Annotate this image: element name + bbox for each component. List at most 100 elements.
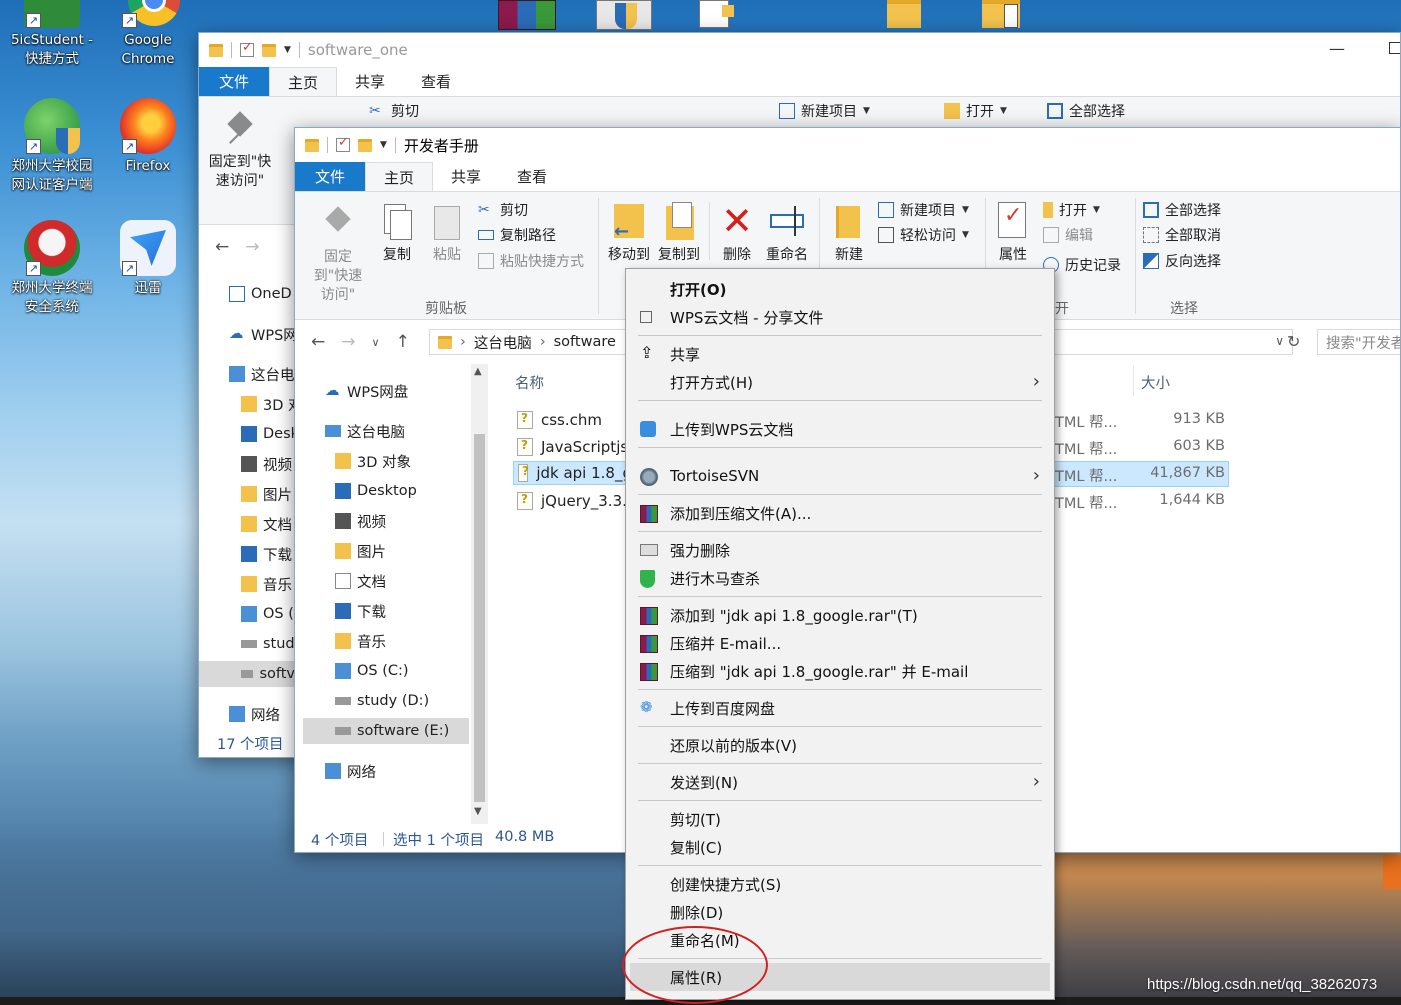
tab-share[interactable]: 共享 [337,67,403,96]
nav-scrollbar[interactable]: ▲ ▼ [471,364,488,824]
menu-item-tortoisesvn[interactable]: TortoiseSVN › [630,462,1050,490]
nav-item-desktop[interactable]: Desktop [335,478,417,504]
copy-to-button[interactable]: 复制到 [655,202,703,265]
nav-item-videos[interactable]: 视频 [335,508,386,534]
search-input[interactable]: 搜索"开发者 [1317,329,1400,355]
nav-item[interactable]: OS ( [241,601,294,627]
menu-item-restore-versions[interactable]: 还原以前的版本(V) [630,731,1050,759]
pin-quick-access-button[interactable]: 固定到"快速访问" [305,204,371,305]
nav-item-network[interactable]: 网络 [325,758,376,784]
file-row-selected[interactable]: jdk api 1.8_g [513,461,633,485]
breadcrumb-software[interactable]: software [554,334,616,350]
menu-item-share[interactable]: ⇪ 共享 [630,340,1050,368]
menu-item-virus-scan[interactable]: 进行木马查杀 [630,564,1050,592]
context-menu[interactable]: 打开(O) WPS云文档 - 分享文件 ⇪ 共享 打开方式(H) › 上传到WPS云… [625,268,1055,1000]
properties-button[interactable]: ✓ 属性 [991,202,1035,265]
chevron-down-icon[interactable]: ∨ [1275,334,1284,348]
breadcrumb-this-pc[interactable]: 这台电脑 [474,332,532,353]
menu-item-compress-email[interactable]: 压缩并 E-mail... [630,629,1050,657]
edit-button[interactable]: 编辑 [1043,223,1093,247]
select-all-button[interactable]: 全部选择 [1047,99,1125,123]
tab-home[interactable]: 主页 [365,162,434,191]
nav-item-music[interactable]: 音乐 [335,628,386,654]
move-to-button[interactable]: ← 移动到 [605,202,653,265]
maximize-button[interactable] [1389,42,1400,54]
minimize-button[interactable]: — [1329,39,1345,58]
scrollbar-thumb[interactable] [474,434,485,802]
nav-item[interactable]: ☁ WPS网 [229,321,298,347]
menu-item-create-shortcut[interactable]: 创建快捷方式(S) [630,870,1050,898]
menu-item-baidu-upload[interactable]: ❁ 上传到百度网盘 [630,694,1050,722]
scroll-down-icon[interactable]: ▼ [474,806,482,817]
desktop-icon-xunlei[interactable]: ↗ 迅雷 [100,220,196,298]
nav-item-os-c[interactable]: OS (C:) [335,658,409,684]
open-button[interactable]: 打开 ▼ [944,99,1007,123]
menu-item-wps-share[interactable]: WPS云文档 - 分享文件 [630,303,1050,331]
nav-item-documents[interactable]: 文档 [335,568,386,594]
new-item-button[interactable]: 新建项目 ▼ [779,99,870,123]
cut-button[interactable]: ✂ 剪切 [478,198,528,222]
menu-item-delete[interactable]: 删除(D) [630,898,1050,926]
nav-item[interactable]: Desk [241,421,299,447]
menu-item-cut[interactable]: 剪切(T) [630,805,1050,833]
new-folder-button[interactable]: 新建 [825,202,873,265]
select-all-button[interactable]: 全部选择 [1143,198,1221,222]
nav-item[interactable]: 下载 [241,541,292,567]
delete-button[interactable]: ✕ 删除 [715,202,759,265]
nav-item[interactable]: 视频 [241,451,292,477]
cut-button[interactable]: ✂ 剪切 [369,99,419,123]
back-arrow-icon[interactable]: ← [311,332,325,352]
new-item-button[interactable]: 新建项目 ▼ [878,198,969,222]
menu-item-send-to[interactable]: 发送到(N) › [630,768,1050,796]
winrar-icon[interactable] [498,0,556,32]
scroll-up-icon[interactable]: ▲ [474,366,482,377]
properties-quick-icon[interactable] [240,40,254,57]
menu-item-add-archive[interactable]: 添加到压缩文件(A)... [630,499,1050,527]
file-row[interactable]: jQuery_3.3.1 [517,489,636,513]
select-none-button[interactable]: 全部取消 [1143,223,1221,247]
nav-item-wps[interactable]: ☁ WPS网盘 [325,378,408,404]
nav-item-software-e[interactable]: software (E:) [303,718,469,744]
title-bar[interactable]: ▼ software_one — [199,33,1400,67]
recent-locations-icon[interactable]: ∨ [372,336,380,349]
desktop-icon-5icstudent[interactable]: ↗ 5icStudent - 快捷方式 [4,0,100,69]
nav-item[interactable]: 这台电 [229,361,295,387]
menu-item-open[interactable]: 打开(O) [630,275,1050,303]
rename-button[interactable]: 重命名 [761,202,813,265]
paste-button[interactable]: 粘贴 [427,202,467,265]
book-desktop-icon[interactable] [982,0,1022,32]
tab-view[interactable]: 查看 [403,67,469,96]
tab-file[interactable]: 文件 [199,67,270,96]
forward-arrow-icon[interactable]: → [341,332,355,352]
forward-arrow-icon[interactable]: → [245,237,259,257]
menu-item-open-with[interactable]: 打开方式(H) › [630,368,1050,396]
nav-item-downloads[interactable]: 下载 [335,598,386,624]
menu-item-force-delete[interactable]: 强力删除 [630,536,1050,564]
desktop-icon-chrome[interactable]: ↗ Google Chrome [100,0,196,69]
pin-quick-access-button[interactable]: 固定到"快速访问" [205,109,275,191]
shield-app-icon[interactable] [596,0,652,32]
column-header-name[interactable]: 名称 [515,372,544,393]
properties-quick-icon[interactable] [336,135,350,152]
tab-view[interactable]: 查看 [499,162,565,191]
refresh-icon[interactable]: ↻ [1287,332,1300,351]
new-folder-quick-icon[interactable] [262,43,276,57]
folder-desktop-icon[interactable] [887,0,923,32]
up-arrow-icon[interactable]: ↑ [396,332,410,352]
nav-item-study-d[interactable]: study (D:) [335,688,429,714]
new-folder-quick-icon[interactable] [358,138,372,152]
file-row[interactable]: css.chm [517,408,602,432]
open-button[interactable]: 打开 ▼ [1043,198,1100,222]
document-app-icon[interactable] [699,0,735,32]
nav-item[interactable]: 文档 [241,511,292,537]
menu-item-copy[interactable]: 复制(C) [630,833,1050,861]
nav-item[interactable]: 图片 [241,481,292,507]
back-arrow-icon[interactable]: ← [215,237,229,257]
tab-home[interactable]: 主页 [269,67,338,96]
menu-item-add-rar[interactable]: 添加到 "jdk api 1.8_google.rar"(T) [630,601,1050,629]
tab-share[interactable]: 共享 [433,162,499,191]
nav-item[interactable]: OneD [229,281,292,307]
desktop-icon-zzu-campus[interactable]: ↗ 郑州大学校园 网认证客户端 [4,98,100,195]
nav-item-pictures[interactable]: 图片 [335,538,386,564]
chevron-down-icon[interactable]: ▼ [284,45,291,55]
